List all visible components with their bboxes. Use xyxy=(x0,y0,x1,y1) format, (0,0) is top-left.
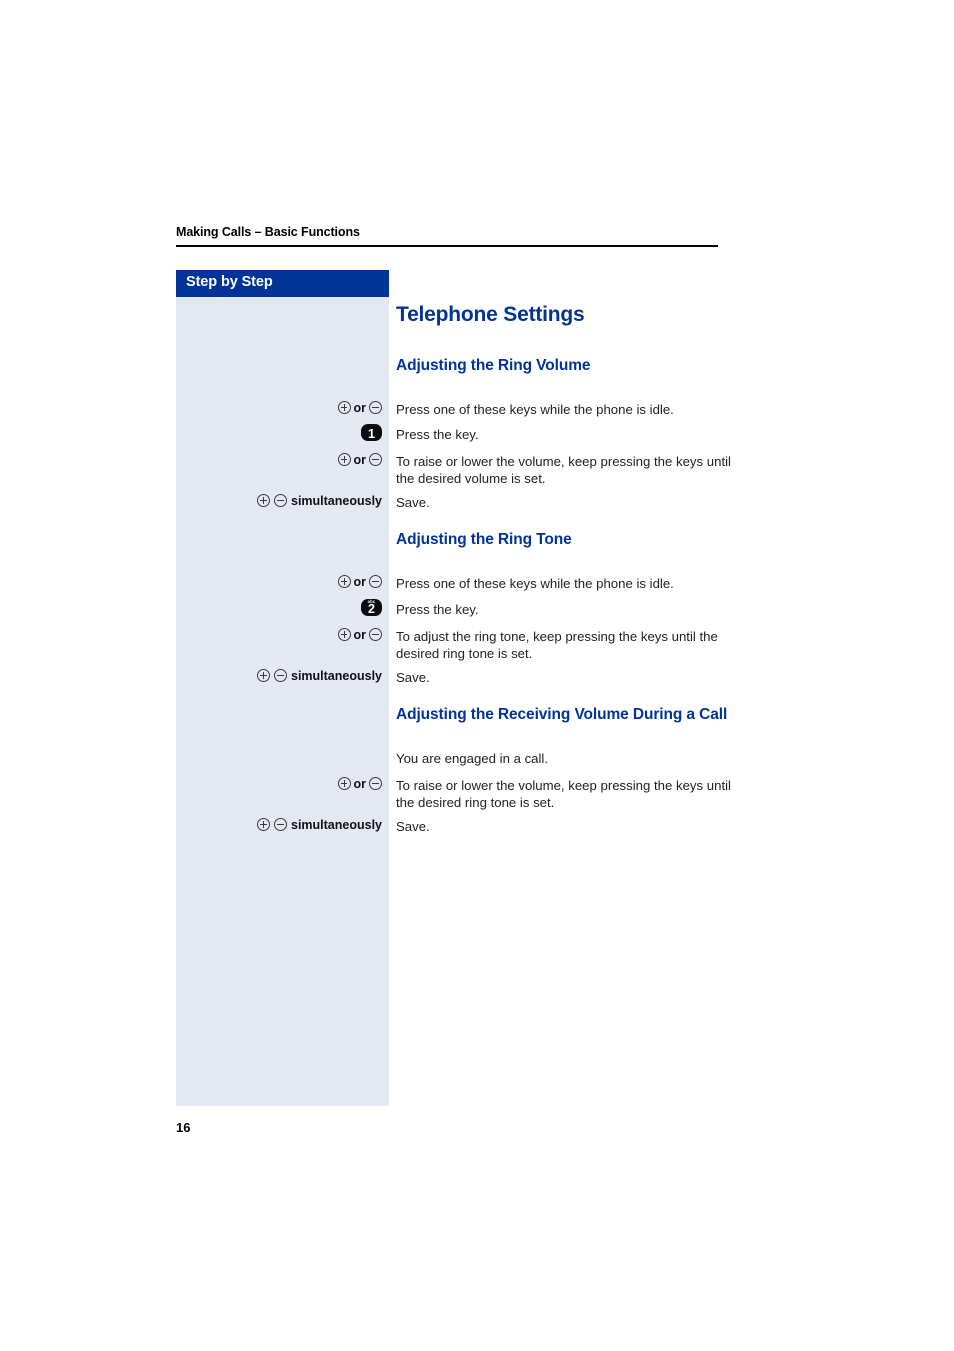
page-number: 16 xyxy=(176,1120,191,1135)
volume-down-icon xyxy=(369,628,382,641)
keypad-key-1-icon: 1 xyxy=(361,424,382,441)
section-heading-receiving-volume: Adjusting the Receiving Volume During a … xyxy=(396,706,728,723)
header-divider-rule xyxy=(176,245,718,247)
cue-simultaneously-label: simultaneously xyxy=(291,669,382,683)
volume-down-icon xyxy=(369,575,382,588)
step-cue-plus-minus-simultaneously: simultaneously xyxy=(176,818,389,832)
step-text: To adjust the ring tone, keep pressing t… xyxy=(396,629,718,661)
volume-up-icon xyxy=(257,494,270,507)
step-text: Press the key. xyxy=(396,427,479,442)
volume-down-icon xyxy=(369,777,382,790)
step-text: Save. xyxy=(396,670,430,685)
volume-down-icon xyxy=(369,401,382,414)
step-cue-plus-or-minus: or xyxy=(176,777,389,791)
cue-or-label: or xyxy=(353,401,367,415)
step-text: Press one of these keys while the phone … xyxy=(396,576,674,591)
cue-simultaneously-label: simultaneously xyxy=(291,818,382,832)
step-by-step-label: Step by Step xyxy=(186,274,273,290)
volume-up-icon xyxy=(257,669,270,682)
step-text: Save. xyxy=(396,495,430,510)
step-cue-plus-minus-simultaneously: simultaneously xyxy=(176,494,389,508)
page-title: Telephone Settings xyxy=(396,303,585,326)
step-text: You are engaged in a call. xyxy=(396,751,549,766)
cue-simultaneously-label: simultaneously xyxy=(291,494,382,508)
cue-or-label: or xyxy=(353,777,367,791)
step-cue-plus-or-minus: or xyxy=(176,401,389,415)
step-cue-plus-minus-simultaneously: simultaneously xyxy=(176,669,389,683)
keypad-key-2-icon: abc 2 xyxy=(361,599,382,616)
step-text: To raise or lower the volume, keep press… xyxy=(396,454,731,486)
step-text: Save. xyxy=(396,819,430,834)
volume-down-icon xyxy=(274,494,287,507)
keypad-key-digit: 1 xyxy=(368,426,375,441)
volume-down-icon xyxy=(274,818,287,831)
step-cue-plus-or-minus: or xyxy=(176,575,389,589)
step-by-step-header-bar: Step by Step xyxy=(176,270,389,297)
volume-up-icon xyxy=(337,401,351,414)
running-header-title: Making Calls – Basic Functions xyxy=(176,225,360,239)
section-heading-ring-volume: Adjusting the Ring Volume xyxy=(396,357,591,374)
step-cue-plus-or-minus: or xyxy=(176,628,389,642)
section-heading-ring-tone: Adjusting the Ring Tone xyxy=(396,531,572,548)
cue-or-label: or xyxy=(353,453,367,467)
step-text: Press one of these keys while the phone … xyxy=(396,402,674,417)
volume-up-icon xyxy=(337,777,351,790)
document-page: Making Calls – Basic Functions Step by S… xyxy=(0,0,954,1351)
volume-down-icon xyxy=(274,669,287,682)
keypad-key-digit: 2 xyxy=(368,601,375,616)
step-cue-plus-or-minus: or xyxy=(176,453,389,467)
step-text: To raise or lower the volume, keep press… xyxy=(396,778,731,810)
step-cue-keypad-key: abc 2 xyxy=(176,599,389,616)
volume-up-icon xyxy=(257,818,270,831)
step-by-step-sidebar xyxy=(176,270,389,1106)
volume-up-icon xyxy=(337,453,351,466)
volume-up-icon xyxy=(337,628,351,641)
volume-up-icon xyxy=(337,575,351,588)
step-text: Press the key. xyxy=(396,602,479,617)
cue-or-label: or xyxy=(353,628,367,642)
volume-down-icon xyxy=(369,453,382,466)
step-cue-keypad-key: 1 xyxy=(176,424,389,441)
cue-or-label: or xyxy=(353,575,367,589)
